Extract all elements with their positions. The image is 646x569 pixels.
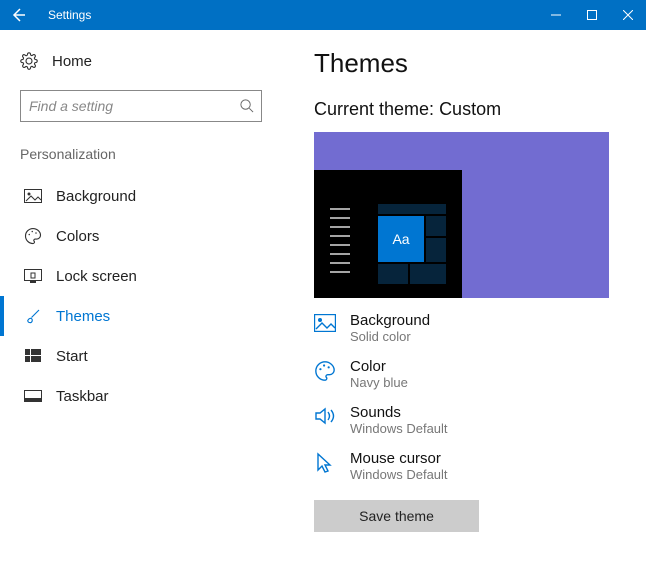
sidebar-item-label: Themes: [56, 308, 110, 325]
cursor-icon: [314, 450, 336, 479]
sidebar-item-label: Taskbar: [56, 388, 109, 405]
setting-label: Mouse cursor: [350, 450, 448, 467]
setting-value: Solid color: [350, 329, 430, 344]
setting-background[interactable]: Background Solid color: [314, 312, 626, 344]
current-theme-label: Current theme: Custom: [314, 99, 626, 120]
sidebar-item-background[interactable]: Background: [0, 176, 262, 216]
titlebar: Settings: [0, 0, 646, 30]
setting-value: Windows Default: [350, 467, 448, 482]
preview-tile: Aa: [378, 216, 424, 262]
minimize-button[interactable]: [538, 0, 574, 30]
back-button[interactable]: [0, 0, 36, 30]
window-title: Settings: [36, 8, 91, 22]
home-label: Home: [52, 53, 92, 70]
setting-label: Color: [350, 358, 408, 375]
sidebar-item-themes[interactable]: Themes: [0, 296, 262, 336]
sidebar-item-label: Start: [56, 348, 88, 365]
gear-icon: [20, 52, 38, 70]
palette-icon: [24, 227, 42, 245]
sidebar-item-label: Colors: [56, 228, 99, 245]
theme-preview: Aa: [314, 132, 609, 298]
setting-label: Background: [350, 312, 430, 329]
main-panel: Themes Current theme: Custom Aa Backgrou…: [278, 30, 646, 569]
sound-icon: [314, 404, 336, 431]
setting-value: Navy blue: [350, 375, 408, 390]
home-button[interactable]: Home: [20, 52, 262, 70]
section-header: Personalization: [20, 146, 262, 162]
lockscreen-icon: [24, 269, 42, 283]
taskbar-icon: [24, 390, 42, 402]
brush-icon: [24, 307, 42, 325]
palette-icon: [314, 358, 336, 387]
sidebar: Home Personalization Background Colors: [0, 30, 278, 569]
sidebar-item-label: Lock screen: [56, 268, 137, 285]
setting-value: Windows Default: [350, 421, 448, 436]
setting-cursor[interactable]: Mouse cursor Windows Default: [314, 450, 626, 482]
sidebar-item-taskbar[interactable]: Taskbar: [0, 376, 262, 416]
sidebar-item-colors[interactable]: Colors: [0, 216, 262, 256]
sidebar-item-lockscreen[interactable]: Lock screen: [0, 256, 262, 296]
search-icon: [239, 98, 254, 118]
sidebar-item-start[interactable]: Start: [0, 336, 262, 376]
sidebar-item-label: Background: [56, 188, 136, 205]
picture-icon: [24, 189, 42, 203]
setting-label: Sounds: [350, 404, 448, 421]
close-button[interactable]: [610, 0, 646, 30]
search-input[interactable]: [20, 90, 262, 122]
picture-icon: [314, 312, 336, 337]
save-theme-button[interactable]: Save theme: [314, 500, 479, 532]
page-title: Themes: [314, 48, 626, 79]
setting-color[interactable]: Color Navy blue: [314, 358, 626, 390]
maximize-button[interactable]: [574, 0, 610, 30]
setting-sounds[interactable]: Sounds Windows Default: [314, 404, 626, 436]
start-icon: [24, 349, 42, 363]
